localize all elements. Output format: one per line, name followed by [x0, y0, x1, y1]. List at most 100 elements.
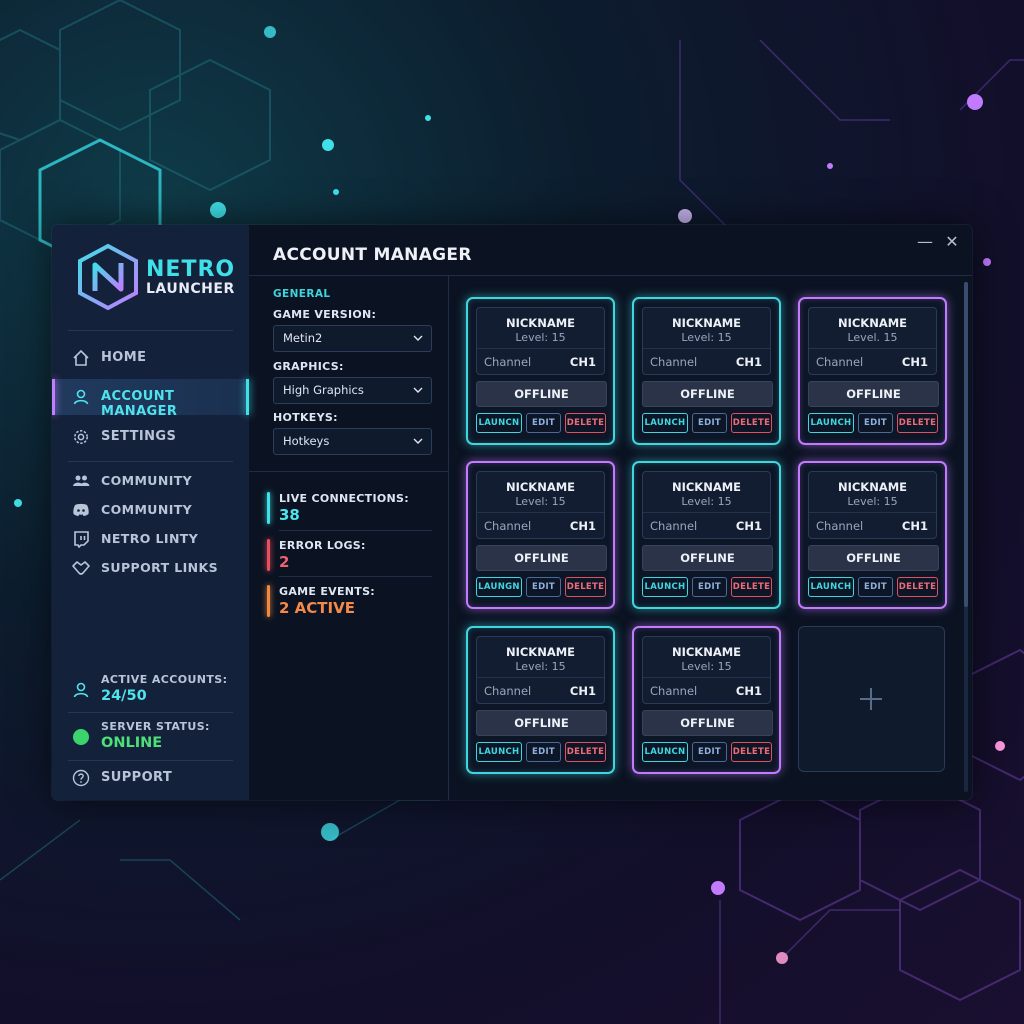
graphics-select[interactable]: High Graphics	[273, 377, 432, 404]
link-community-label: COMMUNITY	[101, 473, 193, 488]
status-text: OFFLINE	[846, 551, 901, 565]
channel-value: CH1	[569, 684, 596, 698]
account-card: NICKNAME Level. 15 Channel CH1 OFFLINE LAUNCH…	[798, 297, 947, 445]
game-version-select[interactable]: Metin2	[273, 325, 432, 352]
status-text: OFFLINE	[846, 387, 901, 401]
sidebar: NETRO LAUNCHER HOME ACCOUNT MANAGER SETT…	[52, 225, 249, 800]
launch-button[interactable]: LAUNCH	[476, 742, 522, 762]
channel-label: Channel	[650, 355, 698, 369]
delete-button[interactable]: DELETE	[731, 742, 772, 762]
delete-button[interactable]: DELETE	[731, 413, 772, 433]
account-level: Level: 15	[681, 495, 732, 508]
page-title: ACCOUNT MANAGER	[273, 245, 472, 265]
launcher-window: NETRO LAUNCHER HOME ACCOUNT MANAGER SETT…	[52, 225, 972, 800]
delete-button[interactable]: DELETE	[897, 577, 938, 597]
nav-home-label: HOME	[101, 350, 147, 365]
server-status-stat: SERVER STATUS: ONLINE	[52, 718, 249, 760]
game-events-metric: GAME EVENTS: 2 ACTIVE	[267, 584, 432, 626]
link-support-links[interactable]: SUPPORT LINKS	[52, 550, 249, 586]
account-card: NICKNAME Level: 15 Channel CH1 OFFLINE LAUNCH…	[632, 297, 781, 445]
status-badge: OFFLINE	[642, 381, 773, 407]
users-icon	[73, 475, 90, 486]
logo-title: NETRO	[146, 257, 236, 282]
delete-button[interactable]: DELETE	[565, 413, 606, 433]
divider	[68, 712, 233, 713]
scrollbar[interactable]	[964, 282, 968, 792]
server-status-value: ONLINE	[101, 735, 163, 751]
error-logs-metric: ERROR LOGS: 2	[267, 538, 432, 580]
divider	[809, 512, 936, 513]
delete-button[interactable]: DELETE	[731, 577, 772, 597]
account-info-box: NICKNAME Level: 15 Channel CH1	[476, 471, 605, 539]
account-level: Level: 15	[681, 331, 732, 344]
live-connections-value: 38	[279, 506, 300, 524]
hotkeys-select[interactable]: Hotkeys	[273, 428, 432, 455]
status-dot-icon	[73, 729, 89, 745]
netro-logo-icon	[78, 243, 138, 311]
channel-value: CH1	[569, 519, 596, 533]
section-general: GENERAL	[273, 288, 331, 300]
channel-value: CH1	[901, 519, 928, 533]
account-level: Level: 15	[515, 331, 566, 344]
minimize-icon[interactable]: —	[916, 233, 934, 251]
link-netro-linty-label: NETRO LINTY	[101, 531, 199, 546]
launch-button[interactable]: LAUNGN	[476, 577, 522, 597]
divider	[643, 512, 770, 513]
graphics-value: High Graphics	[283, 383, 364, 397]
nav-account-manager[interactable]: ACCOUNT MANAGER	[52, 379, 249, 419]
account-nickname: NICKNAME	[671, 645, 742, 659]
channel-label: Channel	[484, 519, 532, 533]
game-events-label: GAME EVENTS:	[279, 585, 376, 598]
divider	[477, 677, 604, 678]
scrollbar-thumb[interactable]	[964, 282, 968, 607]
status-badge: OFFLINE	[642, 545, 773, 571]
launch-button[interactable]: LAUNCH	[642, 577, 688, 597]
account-level: Level: 15	[515, 660, 566, 673]
delete-button[interactable]: DELETE	[897, 413, 938, 433]
edit-button[interactable]: EDIT	[526, 577, 561, 597]
divider	[477, 512, 604, 513]
edit-button[interactable]: EDIT	[858, 413, 893, 433]
account-card: NICKNAME Level: 15 Channel CH1 OFFLINE LAUNCH…	[798, 461, 947, 609]
launch-button[interactable]: LAUNCH	[642, 413, 688, 433]
panel-divider	[448, 276, 449, 800]
edit-button[interactable]: EDIT	[526, 742, 561, 762]
account-level: Level: 15	[847, 495, 898, 508]
launch-button[interactable]: LAUNCN	[476, 413, 522, 433]
close-icon[interactable]: ✕	[943, 233, 961, 251]
user-icon	[73, 389, 89, 405]
logo-subtitle: LAUNCHER	[146, 281, 235, 297]
hotkeys-label: HOTKEYS:	[273, 411, 338, 424]
launch-button[interactable]: LAUNCN	[642, 742, 688, 762]
user-icon	[73, 682, 89, 698]
edit-button[interactable]: EDIT	[692, 413, 727, 433]
account-level: Level: 15	[515, 495, 566, 508]
game-version-value: Metin2	[283, 331, 323, 345]
edit-button[interactable]: EDIT	[858, 577, 893, 597]
channel-value: CH1	[735, 684, 762, 698]
nav-account-manager-label: ACCOUNT MANAGER	[101, 389, 178, 419]
help-icon	[72, 769, 90, 787]
launch-button[interactable]: LAUNCH	[808, 577, 854, 597]
delete-button[interactable]: DELETE	[565, 577, 606, 597]
chevron-down-icon	[413, 438, 423, 444]
panel-divider	[249, 471, 448, 472]
edit-button[interactable]: EDIT	[692, 742, 727, 762]
gear-icon	[74, 430, 88, 444]
edit-button[interactable]: EDIT	[692, 577, 727, 597]
account-nickname: NICKNAME	[671, 316, 742, 330]
edit-button[interactable]: EDIT	[526, 413, 561, 433]
delete-button[interactable]: DELETE	[565, 742, 606, 762]
support-label: SUPPORT	[101, 770, 173, 785]
nav-home[interactable]: HOME	[52, 340, 249, 376]
add-account-card[interactable]	[798, 626, 945, 772]
server-status-label: SERVER STATUS:	[101, 720, 210, 733]
divider	[68, 330, 233, 331]
game-version-label: GAME VERSION:	[273, 308, 377, 321]
plus-icon	[860, 688, 882, 710]
support-button[interactable]: SUPPORT	[52, 760, 249, 796]
nav-settings[interactable]: SETTINGS	[52, 419, 249, 455]
launch-button[interactable]: LAUNCH	[808, 413, 854, 433]
account-info-box: NICKNAME Level: 15 Channel CH1	[476, 636, 605, 704]
status-text: OFFLINE	[680, 387, 735, 401]
